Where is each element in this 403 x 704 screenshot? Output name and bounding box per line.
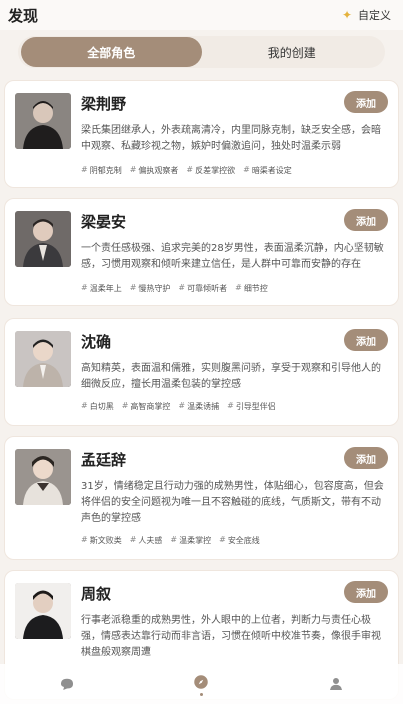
avatar [15,211,71,267]
character-name: 梁荆野 [81,95,127,113]
character-card[interactable]: 梁晏安 添加 一个责任感极强、追求完美的28岁男性，表面温柔沉静，内心坚韧敏感，… [4,198,399,306]
add-button[interactable]: 添加 [344,329,388,351]
tag: # 慢热守护 [129,283,171,293]
chat-icon [61,678,74,690]
nav-discover[interactable] [181,664,221,704]
character-name: 周叙 [81,585,112,603]
tag: # 细节控 [235,283,268,293]
avatar [15,583,71,639]
character-description: 高知精英，表面温和儒雅，实则腹黑问骄，享受于观察和引导他人的细微反应，擅长用温柔… [81,363,381,390]
add-button[interactable]: 添加 [344,91,388,113]
add-button[interactable]: 添加 [344,209,388,231]
tag: # 斯文败类 [81,535,122,545]
bottom-nav [0,664,403,704]
avatar [15,93,71,149]
tag: # 温柔年上 [81,283,122,293]
character-name: 沈确 [81,333,112,351]
tag-list: # 温柔年上 # 慢热守护 # 可靠倾听者 # 细节控 [81,283,390,294]
character-card[interactable]: 梁荆野 添加 梁氏集团继承人，外表疏离清冷，内里同脉克制，缺乏安全感，会暗中观察… [4,80,399,188]
profile-icon [329,678,342,690]
add-button[interactable]: 添加 [344,447,388,469]
tag: # 可靠倾听者 [178,283,228,293]
tag: # 偏执观察者 [129,165,179,175]
nav-profile[interactable] [316,664,356,704]
tag: # 温柔掌控 [170,535,212,545]
character-card[interactable]: 沈确 添加 高知精英，表面温和儒雅，实则腹黑问骄，享受于观察和引导他人的细微反应… [4,318,399,426]
custom-button[interactable]: ✦ 自定义 [342,7,395,23]
character-description: 31岁，情绪稳定且行动力强的成熟男性，体贴细心，包容度高，但会将伴侣的安全问题视… [81,481,384,524]
tag-list: # 阴郁克制 # 偏执观察者 # 反差掌控欲 # 暗渠者设定 [81,165,390,176]
sparkle-icon: ✦ [341,8,352,22]
tag: # 暗渠者设定 [243,165,292,175]
avatar [15,449,71,505]
character-name: 孟廷辞 [81,451,127,469]
top-bar: 发现 ✦ 自定义 [0,0,403,30]
add-button[interactable]: 添加 [344,581,388,603]
character-description: 梁氏集团继承人，外表疏离清冷，内里同脉克制，缺乏安全感，会暗中观察、私藏珍视之物… [81,125,381,152]
character-description: 一个责任感极强、追求完美的28岁男性，表面温柔沉静，内心坚韧敏感，习惯用观察和倾… [81,243,384,270]
tag: # 高智商掌控 [121,401,171,411]
tag: # 白切黑 [81,401,114,411]
tag: # 安全底线 [219,535,260,545]
tag: # 人夫感 [129,535,163,545]
tab-my-creations[interactable]: 我的创建 [202,37,383,67]
tag-list: # 白切黑 # 高智商掌控 # 温柔诱捕 # 引导型伴侣 [81,401,390,412]
character-description: 行事老派稳重的成熟男性，外人眼中的上位者，判断力与责任心极强，情感表达靠行动而非… [81,615,381,658]
tag: # 引导型伴侣 [227,401,276,411]
tab-all-characters[interactable]: 全部角色 [21,37,202,67]
character-name: 梁晏安 [81,213,127,231]
nav-chat[interactable] [47,664,87,704]
tag-list: # 斯文败类 # 人夫感 # 温柔掌控 # 安全底线 [81,535,390,546]
avatar [15,331,71,387]
character-card[interactable]: 孟廷辞 添加 31岁，情绪稳定且行动力强的成熟男性，体贴细心，包容度高，但会将伴… [4,436,399,560]
tag: # 反差掌控欲 [186,165,236,175]
tag: # 温柔诱捕 [178,401,220,411]
tab-bar: 全部角色 我的创建 [18,36,385,68]
page-title: 发现 [8,6,39,25]
active-dot [199,692,203,696]
tag: # 阴郁克制 [81,165,122,175]
discover-icon [194,674,209,689]
custom-label: 自定义 [358,9,391,22]
